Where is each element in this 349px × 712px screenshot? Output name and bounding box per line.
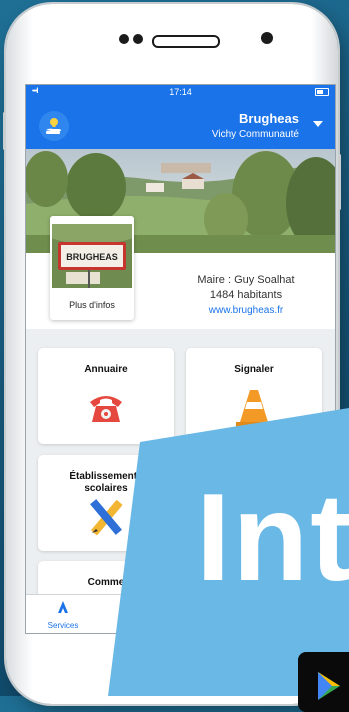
sensor-dots (119, 34, 143, 44)
city-name[interactable]: Brugheas (239, 111, 299, 126)
power-button (338, 154, 341, 210)
google-play-badge[interactable] (298, 652, 349, 712)
telephone-icon (90, 396, 122, 422)
tile-title: Comme (87, 577, 125, 588)
nav-services[interactable]: Services (38, 599, 88, 630)
tile-title: Annuaire (84, 364, 128, 375)
chevron-down-icon[interactable] (313, 121, 323, 127)
battery-icon (315, 88, 329, 96)
front-camera (261, 32, 273, 44)
population: 1484 habitants (209, 289, 283, 301)
status-bar: •••ll 17:14 (26, 85, 335, 99)
website-link[interactable]: www.brugheas.fr (166, 303, 326, 318)
app-logo[interactable] (39, 111, 69, 141)
town-info-section: BRUGHEAS Plus d'infos Maire : Guy Soalha… (26, 216, 335, 329)
status-time: 17:14 (169, 87, 192, 97)
signal-icon: •••ll (32, 88, 39, 95)
pencil-ruler-icon (90, 499, 123, 536)
volume-button (3, 112, 6, 150)
services-icon (58, 601, 68, 613)
earpiece-speaker (152, 35, 220, 48)
google-play-icon (318, 672, 340, 700)
app-header: Brugheas Vichy Communauté (26, 99, 335, 149)
town-info-card[interactable]: BRUGHEAS Plus d'infos (50, 216, 134, 320)
tile-etablissements-scolaires[interactable]: Établissements scolaires (38, 455, 174, 551)
tile-title: Établissements scolaires (69, 471, 143, 494)
tile-title: Signaler (234, 364, 274, 375)
hand-lightbulb-icon (46, 118, 61, 134)
more-info-button[interactable]: Plus d'infos (50, 300, 134, 310)
town-sign-photo: BRUGHEAS (52, 224, 132, 288)
community-name[interactable]: Vichy Communauté (212, 129, 299, 140)
town-sign-text: BRUGHEAS (66, 252, 118, 262)
tile-signaler[interactable]: Signaler (186, 348, 322, 444)
traffic-cone-icon (236, 390, 272, 427)
promo-overlay-text: Int (196, 469, 349, 607)
mayor-name: Maire : Guy Soalhat (197, 274, 295, 286)
nav-services-label: Services (47, 621, 79, 630)
town-details: Maire : Guy Soalhat 1484 habitants www.b… (166, 273, 326, 318)
tile-annuaire[interactable]: Annuaire (38, 348, 174, 444)
